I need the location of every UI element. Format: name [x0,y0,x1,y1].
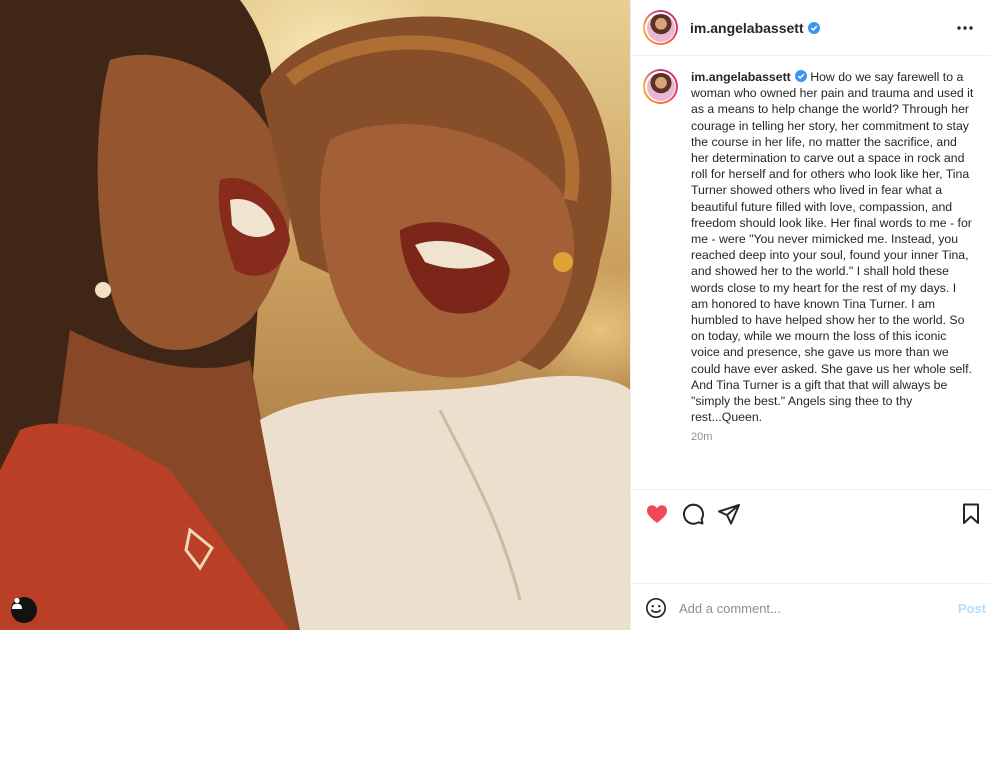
action-bar [645,502,985,526]
post-photo[interactable] [0,0,630,630]
header-username[interactable]: im.angelabassett [690,20,804,36]
user-tag-icon[interactable] [11,597,37,623]
bookmark-icon[interactable] [959,502,983,526]
caption-section: im.angelabassett How do we say farewell … [631,57,991,487]
more-options-icon[interactable] [955,18,975,38]
verified-badge-icon [794,70,807,82]
verified-badge-icon [807,21,820,34]
post-comment-button[interactable]: Post [958,601,986,616]
caption-username[interactable]: im.angelabassett [691,70,791,84]
avatar[interactable] [643,10,678,45]
post-photo-illustration [0,0,630,630]
divider [631,583,991,584]
heart-icon[interactable] [645,502,669,526]
post-header: im.angelabassett [631,0,991,56]
post-side-panel: im.angelabassett im.angelabassett How do… [630,0,991,630]
emoji-icon[interactable] [645,597,667,619]
comment-icon[interactable] [681,502,705,526]
comment-input[interactable] [679,600,939,616]
caption-avatar[interactable] [643,69,678,104]
caption: im.angelabassett How do we say farewell … [691,69,976,487]
share-icon[interactable] [717,502,741,526]
comment-form: Post [645,596,990,620]
caption-text: How do we say farewell to a woman who ow… [691,70,974,425]
divider [631,489,991,490]
post-timestamp[interactable]: 20m [691,429,976,445]
